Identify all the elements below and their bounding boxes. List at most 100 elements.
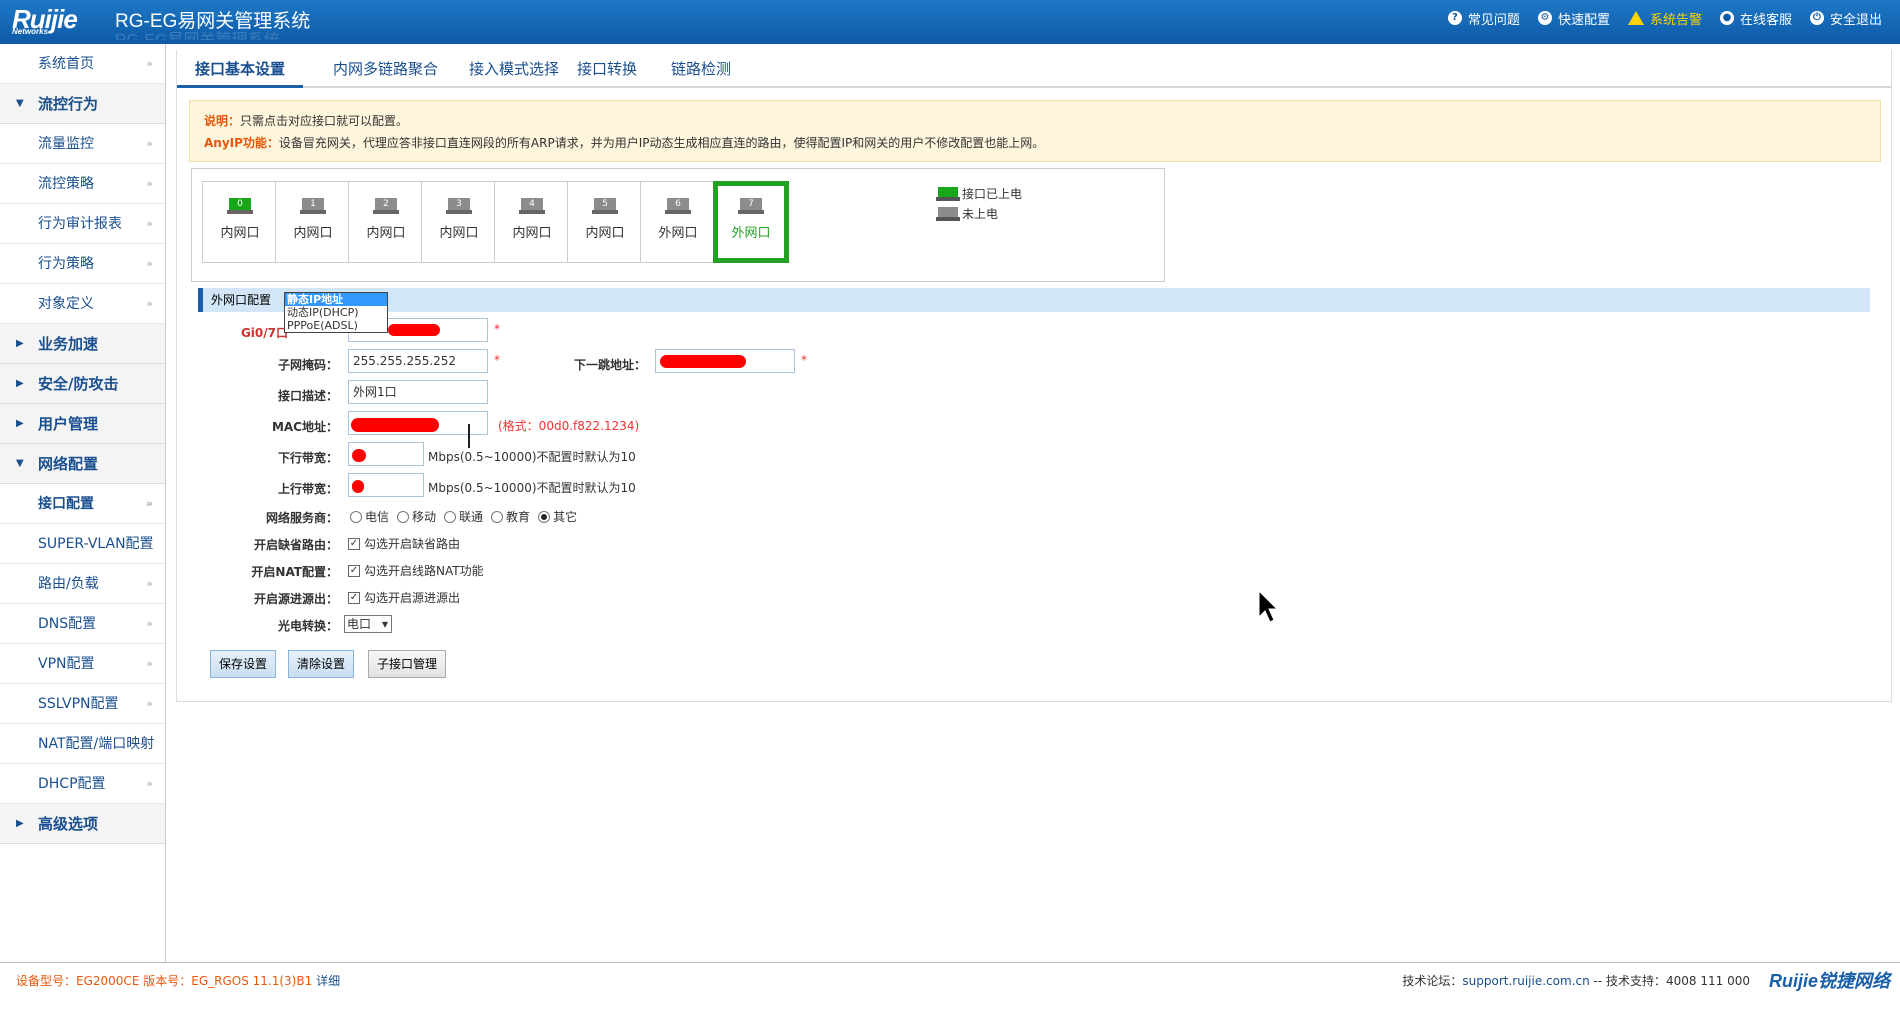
faq-link[interactable]: ? 常见问题	[1447, 9, 1520, 28]
tab-lan-aggregation[interactable]: 内网多链路聚合	[315, 50, 456, 88]
double-chevron-icon: »	[146, 177, 153, 190]
port-5[interactable]: 5 内网口	[567, 181, 643, 263]
logout-label: 安全退出	[1829, 12, 1882, 28]
mouse-pointer-icon	[1258, 590, 1279, 623]
device-value: EG2000CE	[76, 974, 140, 988]
sidebar-item-14[interactable]: DNS配置 »	[0, 604, 165, 644]
sidebar-item-5[interactable]: 行为策略 »	[0, 244, 165, 284]
quick-config-link[interactable]: ⚙ 快速配置	[1537, 9, 1610, 28]
sidebar-label: 行为策略	[38, 256, 94, 272]
sidebar-item-15[interactable]: VPN配置 »	[0, 644, 165, 684]
forum-link[interactable]: support.ruijie.com.cn	[1462, 974, 1589, 988]
sidebar-group-9[interactable]: ▶ 用户管理	[0, 404, 165, 444]
connection-mode-dropdown[interactable]: 静态IP地址 动态IP(DHCP) PPPoE(ADSL)	[284, 292, 388, 333]
sidebar-group-10[interactable]: ▼ 网络配置	[0, 444, 165, 484]
port-label: 内网口	[439, 226, 479, 241]
tab-interface-basic[interactable]: 接口基本设置	[177, 50, 304, 88]
double-chevron-icon: »	[146, 57, 153, 70]
sidebar-item-13[interactable]: 路由/负载 »	[0, 564, 165, 604]
online-service-link[interactable]: ● 在线客服	[1719, 9, 1792, 28]
sidebar-label: DHCP配置	[38, 776, 106, 792]
port-on-icon	[936, 186, 960, 201]
logout-link[interactable]: ⏻ 安全退出	[1809, 9, 1882, 28]
port-6[interactable]: 6 外网口	[640, 181, 716, 263]
port-4[interactable]: 4 内网口	[494, 181, 570, 263]
sidebar-item-0[interactable]: 系统首页 »	[0, 44, 165, 84]
sidebar-item-6[interactable]: 对象定义 »	[0, 284, 165, 324]
port-7[interactable]: 7 外网口	[713, 181, 789, 263]
detail-link[interactable]: 详细	[316, 974, 340, 988]
sidebar-label: 流控策略	[38, 176, 94, 192]
subinterface-button[interactable]: 子接口管理	[368, 650, 447, 678]
ethernet-port-icon: 3	[446, 198, 472, 214]
isp-label: 网络服务商：	[265, 511, 338, 525]
mode-option-static[interactable]: 静态IP地址	[285, 293, 387, 306]
required-mark: *	[494, 322, 500, 336]
nat-text: 勾选开启线路NAT功能	[364, 564, 484, 578]
port-0[interactable]: 0 内网口	[202, 181, 278, 263]
sidebar-group-19[interactable]: ▶ 高级选项	[0, 804, 165, 844]
chevron-down-icon: ▾	[381, 617, 388, 631]
port-number: 4	[521, 198, 543, 210]
mac-format-hint: (格式：00d0.f822.1234)	[498, 419, 640, 433]
sidebar-item-17[interactable]: NAT配置/端口映射	[0, 724, 165, 764]
port-1[interactable]: 1 内网口	[275, 181, 351, 263]
question-icon: ?	[1447, 11, 1462, 25]
photoelectric-select[interactable]: 电口 ▾	[344, 615, 392, 633]
sidebar-item-12[interactable]: SUPER-VLAN配置»	[0, 524, 165, 564]
isp-radio-education[interactable]	[491, 510, 504, 523]
downlink-label: 下行带宽：	[277, 451, 338, 465]
sidebar-group-1[interactable]: ▼ 流控行为	[0, 84, 165, 124]
double-chevron-icon: »	[146, 217, 153, 230]
desc-input[interactable]: 外网1口	[348, 380, 488, 404]
isp-radio-telecom[interactable]	[350, 510, 362, 523]
nat-check-row: ✓ 勾选开启线路NAT功能	[348, 562, 484, 579]
ethernet-port-icon: 2	[373, 198, 399, 214]
power-icon: ⏻	[1809, 11, 1824, 25]
nat-label: 开启NAT配置：	[251, 565, 338, 579]
sidebar-item-16[interactable]: SSLVPN配置 »	[0, 684, 165, 724]
save-button[interactable]: 保存设置	[210, 650, 277, 678]
mode-option-pppoe[interactable]: PPPoE(ADSL)	[285, 319, 387, 332]
sidebar-item-18[interactable]: DHCP配置 »	[0, 764, 165, 804]
system-alarm-link[interactable]: 系统告警	[1627, 9, 1702, 28]
online-service-label: 在线客服	[1739, 12, 1792, 28]
port-3[interactable]: 3 内网口	[421, 181, 497, 263]
double-chevron-icon: »	[146, 257, 153, 270]
port-2[interactable]: 2 内网口	[348, 181, 424, 263]
tab-interface-convert[interactable]: 接口转换	[559, 50, 655, 88]
chevron-right-icon: ▶	[16, 378, 24, 389]
sidebar-item-4[interactable]: 行为审计报表 »	[0, 204, 165, 244]
mask-input[interactable]: 255.255.255.252	[348, 349, 488, 373]
default-route-checkbox[interactable]: ✓	[348, 537, 360, 550]
sidebar-label: 系统首页	[38, 56, 94, 72]
sidebar-group-8[interactable]: ▶ 安全/防攻击	[0, 364, 165, 404]
sidebar-label: 行为审计报表	[38, 216, 122, 232]
nat-checkbox[interactable]: ✓	[348, 564, 360, 577]
double-chevron-icon: »	[146, 657, 153, 670]
device-label: 设备型号：	[16, 974, 77, 988]
quick-config-label: 快速配置	[1557, 12, 1610, 28]
required-mark: *	[801, 353, 807, 367]
sidebar-label: 安全/防攻击	[38, 375, 119, 393]
isp-radio-other[interactable]	[538, 510, 551, 523]
double-chevron-icon: »	[146, 697, 153, 710]
mode-option-dhcp[interactable]: 动态IP(DHCP)	[285, 306, 387, 319]
footer: 设备型号：EG2000CE 版本号：EG_RGOS 11.1(3)B1 详细 技…	[0, 962, 1900, 996]
section-title: 外网口配置	[211, 293, 272, 307]
notice-label-2: AnyIP功能：	[204, 136, 279, 150]
isp-radio-unicom[interactable]	[444, 510, 457, 523]
sidebar-item-3[interactable]: 流控策略 »	[0, 164, 165, 204]
chevron-down-icon: ▼	[16, 98, 24, 109]
src-in-out-checkbox[interactable]: ✓	[348, 591, 360, 604]
clear-button[interactable]: 清除设置	[288, 650, 355, 678]
tab-link-detect[interactable]: 链路检测	[653, 50, 749, 88]
redacted-ip	[388, 324, 440, 336]
notice-text-1: 只需点击对应接口就可以配置。	[240, 114, 409, 128]
port-number: 5	[594, 198, 616, 210]
isp-radio-mobile[interactable]	[397, 510, 410, 523]
legend-off-label: 未上电	[962, 207, 999, 221]
port-label: 内网口	[220, 226, 260, 241]
sidebar-item-2[interactable]: 流量监控 »	[0, 124, 165, 164]
sidebar-item-11[interactable]: 接口配置 »	[0, 484, 165, 524]
